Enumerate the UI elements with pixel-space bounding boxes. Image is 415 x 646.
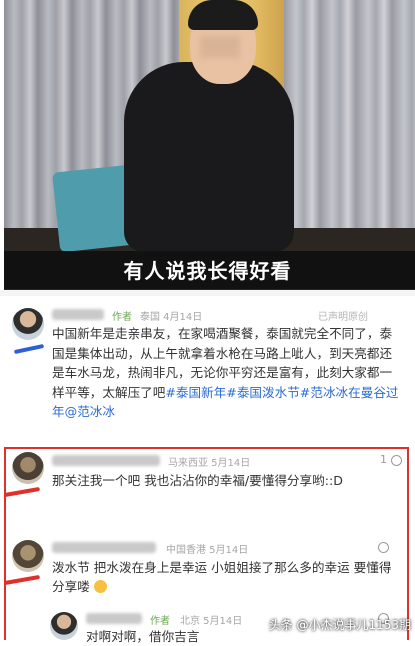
like-count: 1 bbox=[380, 453, 387, 466]
author-name-blurred[interactable] bbox=[86, 613, 142, 624]
video-caption: 有人说我长得好看 bbox=[123, 259, 292, 283]
video-frame[interactable] bbox=[4, 0, 415, 290]
blue-pen-mark bbox=[13, 343, 45, 355]
like-button[interactable]: 1 bbox=[380, 453, 402, 466]
curtain-right bbox=[284, 0, 415, 230]
section-divider bbox=[0, 290, 415, 296]
commenter-name-blurred[interactable] bbox=[52, 455, 160, 466]
author-tag: 作者 bbox=[150, 616, 170, 627]
person-body bbox=[124, 62, 294, 252]
comment-location-date: 马来西亚 5月14日 bbox=[168, 458, 251, 469]
author-reply-avatar[interactable] bbox=[50, 612, 78, 640]
post-text: 中国新年是走亲串友，在家喝酒聚餐，泰国就完全不同了，泰国是集体出动，从上午就拿着… bbox=[52, 324, 404, 422]
reply-text: 对啊对啊，借你吉言 bbox=[86, 629, 200, 644]
comment-text: 泼水节 把水泼在身上是幸运 小姐姐接了那么多的幸运 要懂得分享喽 bbox=[52, 558, 402, 596]
comment-location-date: 中国香港 5月14日 bbox=[166, 545, 249, 556]
face-blur bbox=[200, 36, 240, 58]
watermark: 头条 @小杰说事儿1153期 bbox=[268, 618, 411, 632]
author-avatar[interactable] bbox=[12, 308, 44, 340]
commenter-avatar[interactable] bbox=[12, 452, 44, 484]
reply-location-date: 北京 5月14日 bbox=[180, 616, 243, 627]
like-button[interactable] bbox=[378, 540, 389, 553]
commenter-name-blurred[interactable] bbox=[52, 542, 156, 553]
author-tag: 作者 bbox=[112, 312, 132, 323]
post-location-date: 泰国 4月14日 bbox=[140, 312, 203, 323]
smile-emoji-icon bbox=[93, 580, 107, 593]
commenter-avatar[interactable] bbox=[12, 540, 44, 572]
comment-text: 那关注我一个吧 我也沾沾你的幸福/要懂得分享哟::D bbox=[52, 473, 343, 488]
heart-icon bbox=[378, 541, 389, 553]
author-name-blurred[interactable] bbox=[52, 309, 104, 320]
heart-icon bbox=[390, 454, 402, 466]
person-hair bbox=[188, 0, 258, 30]
original-status: 已声明原创 bbox=[318, 312, 368, 323]
